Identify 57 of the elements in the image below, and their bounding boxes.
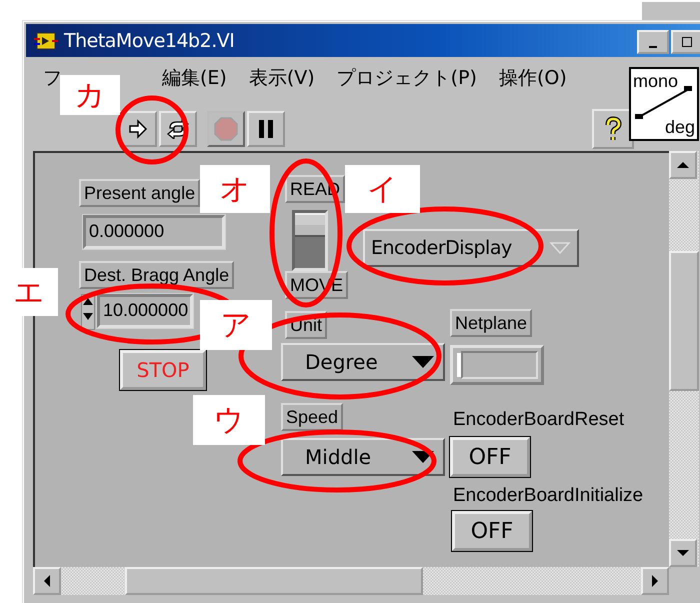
- horizontal-scrollbar[interactable]: [33, 567, 669, 595]
- initialize-button[interactable]: OFF: [452, 511, 532, 551]
- menu-item[interactable]: 操作(O): [498, 65, 567, 91]
- numeric-indicator: 0.000000: [83, 215, 225, 249]
- scroll-up-button[interactable]: [669, 151, 697, 179]
- dropdown-arrow-icon: [411, 450, 435, 464]
- annotation-label: オ: [200, 165, 270, 213]
- right-arrow-icon: [651, 574, 659, 588]
- annotation-label: ア: [200, 300, 272, 350]
- minimize-icon: [649, 46, 657, 48]
- maximize-icon: [681, 36, 693, 48]
- menu-item[interactable]: フ: [43, 65, 62, 91]
- stop-sign-icon: [214, 117, 238, 141]
- vertical-scrollbar[interactable]: [669, 151, 699, 567]
- question-mark-icon: [603, 116, 623, 142]
- connector-text: deg: [664, 117, 695, 137]
- control-label: Netplane: [450, 309, 532, 337]
- minimize-button[interactable]: [637, 30, 669, 54]
- dropdown-value: Degree: [304, 350, 378, 374]
- scroll-down-button[interactable]: [669, 539, 697, 567]
- help-button[interactable]: [592, 109, 634, 149]
- dropdown-value: Middle: [304, 445, 372, 469]
- scroll-right-button[interactable]: [641, 567, 669, 595]
- loop-arrows-icon: [166, 119, 190, 139]
- connector-text: mono: [633, 71, 678, 91]
- speed-dropdown[interactable]: Middle: [281, 438, 445, 476]
- control-label: Dest. Bragg Angle: [79, 261, 234, 289]
- down-arrow-icon: [676, 549, 690, 557]
- menu-item[interactable]: 表示(V): [248, 65, 315, 91]
- up-arrow-icon: [676, 161, 690, 169]
- slide-switch[interactable]: [292, 210, 328, 271]
- left-arrow-icon: [43, 574, 51, 588]
- control-label: EncoderBoardInitialize: [453, 485, 644, 507]
- run-button[interactable]: [119, 111, 157, 147]
- control-label: EncoderBoardReset: [453, 409, 624, 431]
- window-title: ThetaMove14b2.VI: [64, 30, 234, 52]
- menu-item[interactable]: プロジェクト(P): [336, 65, 477, 91]
- arrow-icon: [127, 119, 149, 139]
- dropdown-value: EncoderDisplay: [371, 237, 512, 259]
- unit-dropdown[interactable]: Degree: [281, 343, 445, 381]
- annotation-label: イ: [345, 165, 420, 213]
- numeric-field[interactable]: 10.000000: [97, 294, 194, 328]
- annotation-label: カ: [60, 75, 120, 115]
- scroll-thumb[interactable]: [125, 567, 423, 595]
- scroll-thumb[interactable]: [669, 251, 699, 391]
- dropdown-arrow-icon: [411, 355, 435, 369]
- pause-icon: [257, 119, 275, 139]
- annotation-label: ウ: [193, 395, 265, 445]
- pause-button[interactable]: [247, 111, 285, 147]
- control-label: Present angle: [79, 179, 200, 207]
- control-label: Speed: [281, 403, 344, 431]
- maximize-button[interactable]: [671, 30, 700, 54]
- vi-icon: [34, 30, 58, 50]
- scroll-left-button[interactable]: [33, 567, 61, 595]
- dropdown-arrow-icon: [549, 241, 571, 255]
- reset-button[interactable]: OFF: [450, 437, 530, 477]
- menu-item[interactable]: 編集(E): [162, 65, 227, 91]
